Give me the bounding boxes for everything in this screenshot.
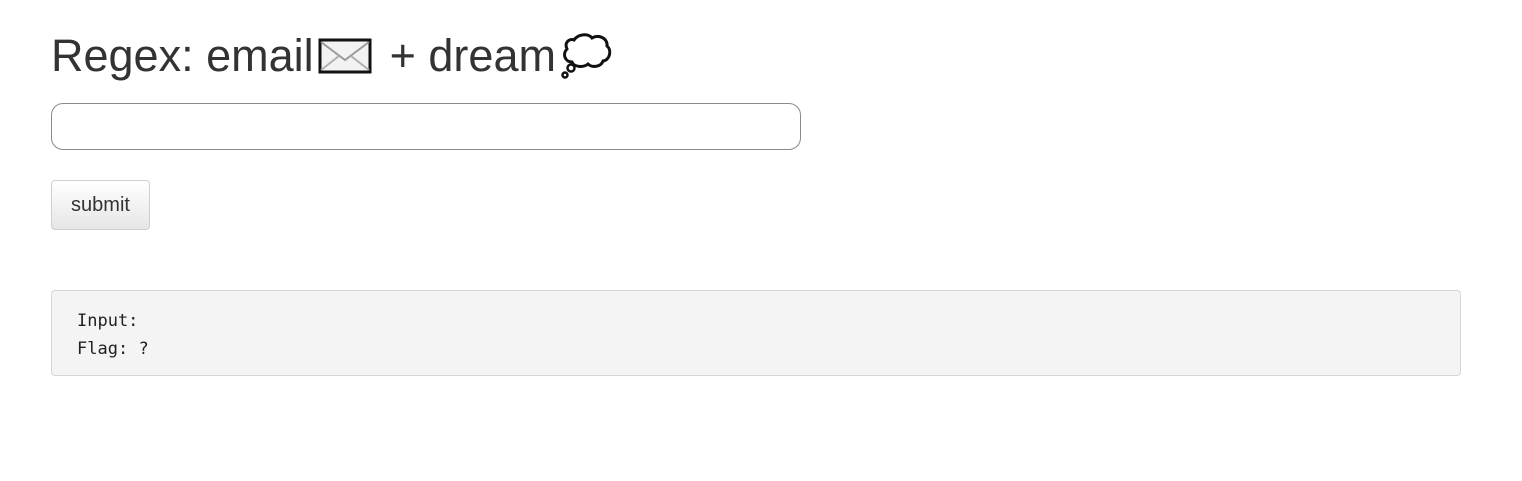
submit-button[interactable]: submit: [51, 180, 150, 230]
output-panel: Input: Flag: ?: [51, 290, 1461, 376]
page-title: Regex: email + dream: [51, 28, 612, 84]
thought-balloon-icon: [561, 33, 612, 79]
envelope-icon: [318, 38, 372, 74]
output-input-label: Input:: [77, 311, 139, 331]
output-flag-label: Flag:: [77, 339, 129, 359]
title-text-email: Regex: email: [51, 30, 314, 81]
output-flag-value: ?: [138, 339, 149, 359]
title-text-dream: + dream: [389, 30, 556, 81]
output-flag-line: Flag: ?: [77, 335, 1435, 363]
regex-input[interactable]: [51, 103, 801, 150]
output-input-line: Input:: [77, 307, 1435, 335]
